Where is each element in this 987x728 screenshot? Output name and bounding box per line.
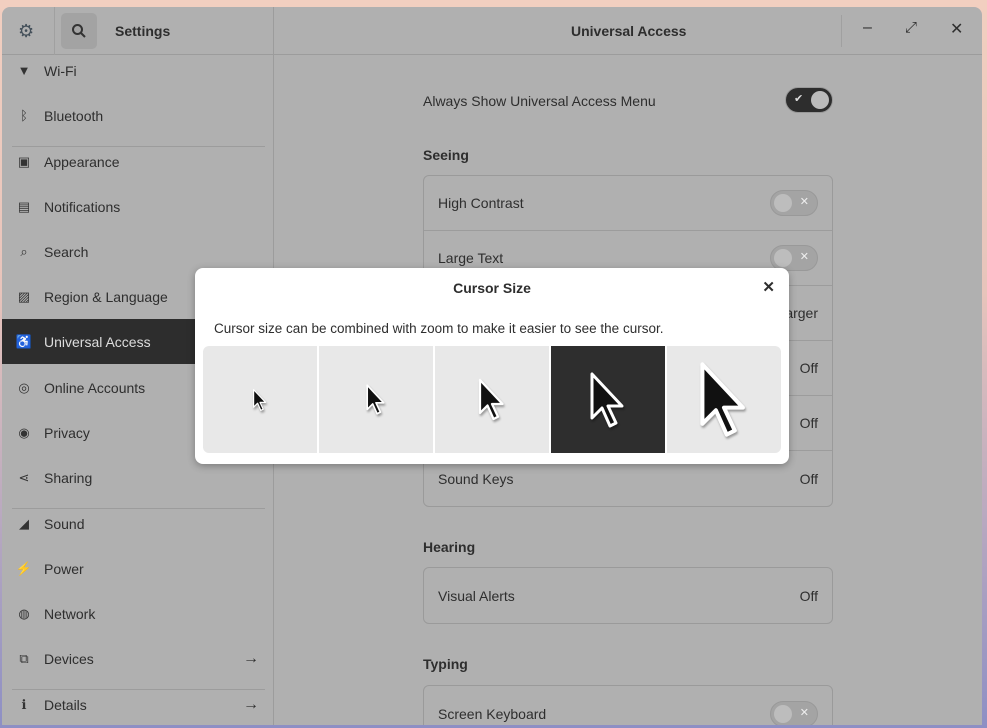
row-toggle[interactable]: ✕ bbox=[770, 190, 818, 216]
power-icon: ⚡ bbox=[15, 560, 33, 576]
seeing-heading: Seeing bbox=[423, 147, 469, 163]
row-value: Off bbox=[799, 470, 818, 487]
page-title: Universal Access bbox=[571, 23, 687, 39]
sidebar-item-label: Bluetooth bbox=[44, 107, 104, 124]
list-row[interactable]: Screen Keyboard ✕ bbox=[424, 686, 832, 725]
close-button[interactable]: ✕ bbox=[950, 19, 963, 39]
maximize-button[interactable]: ⤢ bbox=[905, 19, 917, 36]
sidebar-item-label: Power bbox=[44, 560, 84, 577]
appearance-icon: ▣ bbox=[17, 153, 31, 169]
row-toggle[interactable]: ✕ bbox=[770, 700, 818, 725]
notifications-icon: ▤ bbox=[17, 198, 31, 214]
sidebar-item-network[interactable]: ◍ Network bbox=[2, 591, 273, 636]
privacy-icon: ◉ bbox=[18, 424, 30, 440]
hearing-list: Visual Alerts Off bbox=[423, 567, 833, 624]
dialog-description: Cursor size can be combined with zoom to… bbox=[214, 321, 664, 336]
accessibility-icon: ♿ bbox=[15, 333, 33, 349]
sidebar-item-universal-access[interactable]: ♿ Universal Access bbox=[2, 319, 195, 364]
sidebar-separator bbox=[12, 508, 265, 509]
sidebar-item-wi-fi[interactable]: ▼ Wi-Fi bbox=[2, 48, 273, 93]
cursor-arrow-icon bbox=[700, 362, 745, 437]
list-row[interactable]: Visual Alerts Off bbox=[424, 568, 832, 623]
sidebar-item-label: Region & Language bbox=[44, 288, 168, 305]
sidebar-item-power[interactable]: ⚡ Power bbox=[2, 546, 273, 591]
arrow-right-icon: → bbox=[243, 649, 259, 667]
row-label: Sound Keys bbox=[438, 470, 514, 487]
search-button[interactable] bbox=[61, 13, 97, 49]
cursor-arrow-icon bbox=[478, 378, 504, 421]
devices-icon: ⧉ bbox=[19, 650, 29, 666]
sidebar-item-label: Sound bbox=[44, 515, 85, 532]
sidebar-item-label: Details bbox=[44, 696, 87, 713]
hearing-heading: Hearing bbox=[423, 539, 476, 555]
always-show-toggle[interactable]: ✔ bbox=[785, 87, 833, 113]
sidebar-item-label: Notifications bbox=[44, 198, 121, 215]
cursor-arrow-icon bbox=[590, 372, 624, 427]
sidebar-item-notifications[interactable]: ▤ Notifications bbox=[2, 184, 273, 229]
row-label: Large Text bbox=[438, 250, 504, 266]
search-icon bbox=[72, 24, 86, 38]
sidebar-separator bbox=[12, 689, 265, 690]
sidebar-item-label: Wi-Fi bbox=[44, 62, 77, 79]
list-row[interactable]: High Contrast ✕ bbox=[424, 176, 832, 231]
cursor-arrow-icon bbox=[253, 388, 267, 411]
sidebar-item-label: Online Accounts bbox=[44, 379, 146, 396]
sidebar-item-label: Devices bbox=[44, 650, 94, 667]
gear-icon[interactable]: ⚙ bbox=[18, 21, 34, 42]
row-value: Off bbox=[799, 587, 818, 604]
typing-heading: Typing bbox=[423, 656, 468, 672]
sidebar-item-bluetooth[interactable]: ᛒ Bluetooth bbox=[2, 93, 273, 138]
sharing-icon: ⋖ bbox=[18, 469, 30, 485]
row-value: Off bbox=[799, 360, 818, 376]
sound-icon: ◢ bbox=[19, 515, 29, 531]
sidebar-item-label: Privacy bbox=[44, 424, 90, 441]
online-accounts-icon: ◎ bbox=[18, 379, 30, 395]
typing-list: Screen Keyboard ✕ bbox=[423, 685, 833, 725]
row-label: Screen Keyboard bbox=[438, 705, 547, 722]
sidebar-item-label: Universal Access bbox=[44, 333, 151, 350]
row-label: Visual Alerts bbox=[438, 587, 515, 604]
sidebar-item-label: Appearance bbox=[44, 153, 120, 170]
wifi-icon: ▼ bbox=[17, 63, 31, 78]
details-icon: ℹ bbox=[21, 696, 27, 712]
cursor-size-options bbox=[203, 346, 781, 453]
sidebar-item-label: Search bbox=[44, 243, 89, 260]
row-label: High Contrast bbox=[438, 195, 524, 211]
cursor-size-option-4[interactable] bbox=[551, 346, 667, 453]
dialog-title: Cursor Size bbox=[453, 280, 531, 296]
cursor-size-option-5[interactable] bbox=[667, 346, 781, 453]
row-value: Off bbox=[799, 415, 818, 431]
cursor-size-option-1[interactable] bbox=[203, 346, 319, 453]
cursor-size-dialog: Cursor Size ✕ Cursor size can be combine… bbox=[195, 268, 789, 464]
minimize-button[interactable]: – bbox=[863, 19, 872, 37]
always-show-label: Always Show Universal Access Menu bbox=[423, 93, 656, 109]
bluetooth-icon: ᛒ bbox=[20, 108, 28, 123]
region-icon: ▨ bbox=[17, 288, 31, 304]
dialog-close-button[interactable]: ✕ bbox=[762, 278, 775, 296]
sidebar-item-devices[interactable]: ⧉ Devices → bbox=[2, 636, 273, 681]
sidebar-separator bbox=[12, 146, 265, 147]
sidebar-title: Settings bbox=[115, 23, 171, 39]
cursor-arrow-icon bbox=[366, 384, 385, 415]
arrow-right-icon: → bbox=[243, 695, 259, 713]
network-icon: ◍ bbox=[18, 605, 30, 621]
search-icon: ⌕ bbox=[20, 243, 28, 259]
sidebar-item-label: Sharing bbox=[44, 469, 93, 486]
sidebar-item-label: Network bbox=[44, 605, 96, 622]
cursor-size-option-3[interactable] bbox=[435, 346, 551, 453]
cursor-size-option-2[interactable] bbox=[319, 346, 435, 453]
